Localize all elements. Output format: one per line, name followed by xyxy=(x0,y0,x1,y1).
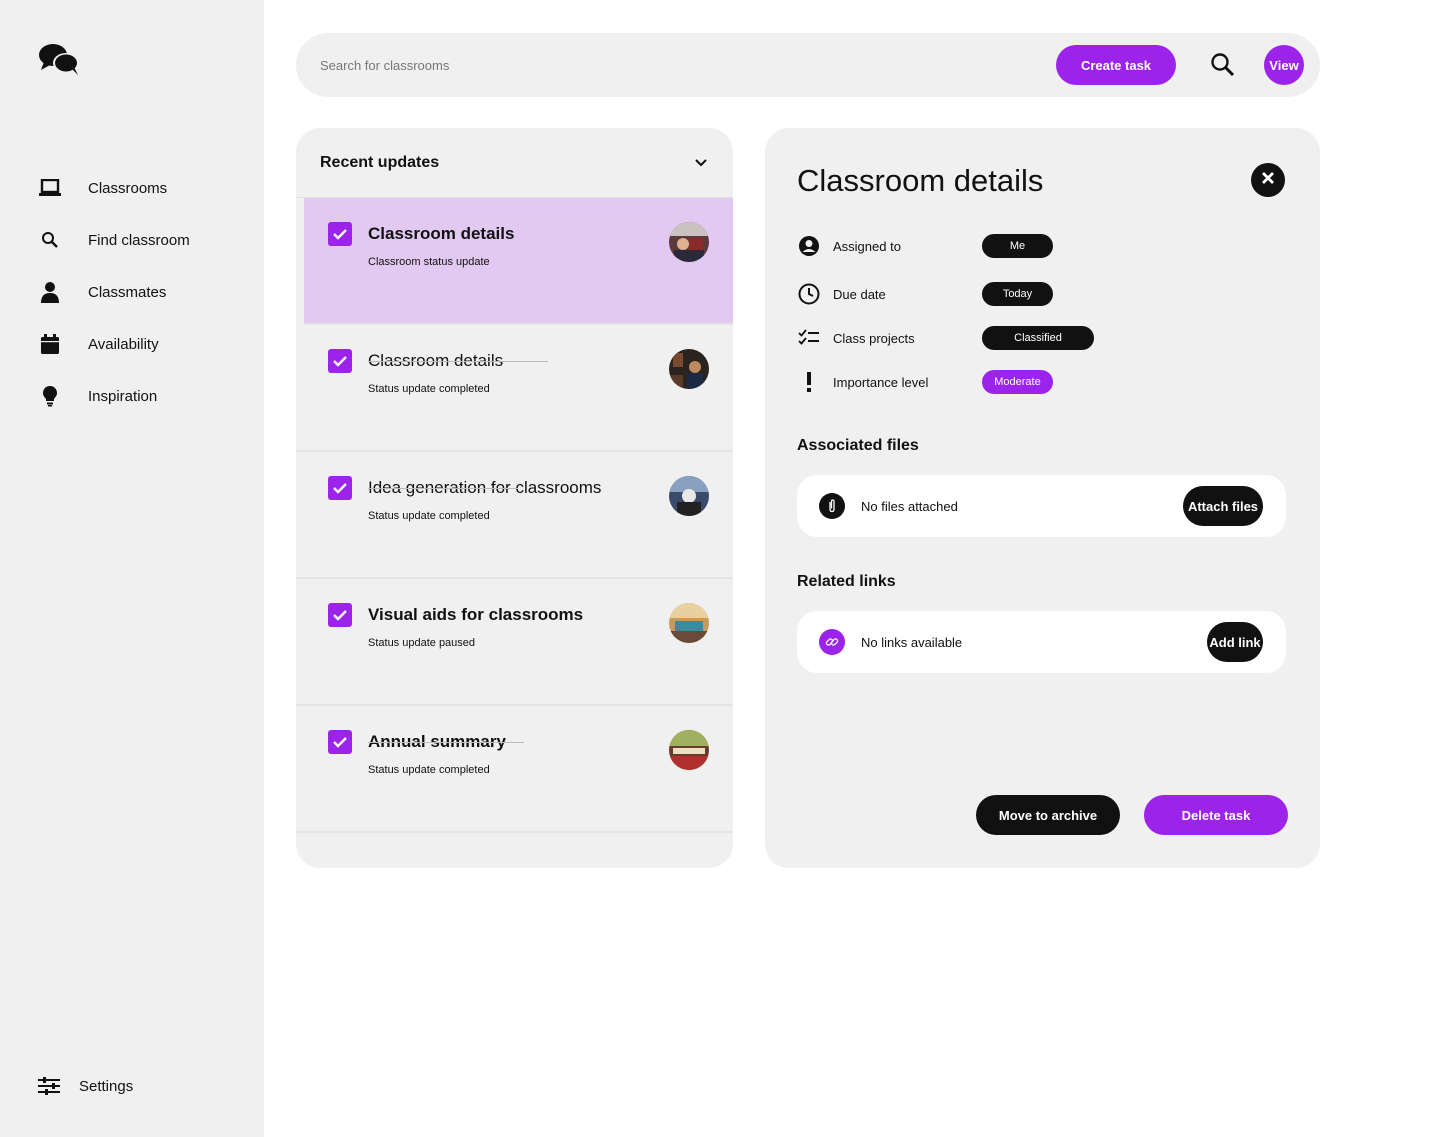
search-icon[interactable] xyxy=(1210,52,1236,78)
list-item[interactable]: Visual aids for classrooms Status update… xyxy=(296,579,733,706)
related-links-title: Related links xyxy=(797,573,896,590)
recent-updates-panel: Recent updates Classroom details Classro… xyxy=(296,128,733,868)
list-item-title: Visual aids for classrooms xyxy=(368,605,584,624)
list-item[interactable]: Annual summary Status update completed xyxy=(296,706,733,833)
search-icon xyxy=(38,228,62,252)
property-label: Importance level xyxy=(833,374,929,390)
related-links-card: No links available Add link xyxy=(797,611,1286,673)
assignee-pill[interactable]: Me xyxy=(982,234,1053,258)
strikethrough-line xyxy=(368,361,548,362)
recent-updates-title: Recent updates xyxy=(320,153,440,171)
sidebar-item-inspiration[interactable]: Inspiration xyxy=(0,370,264,422)
list-item-title: Classroom details xyxy=(368,224,515,243)
property-label: Class projects xyxy=(833,330,915,346)
sidebar-item-label: Find classroom xyxy=(88,231,190,249)
importance-pill[interactable]: Moderate xyxy=(982,370,1053,394)
avatar xyxy=(669,222,709,262)
sidebar-item-classmates[interactable]: Classmates xyxy=(0,266,264,318)
list-item-subtitle: Status update completed xyxy=(368,383,490,395)
strikethrough-line xyxy=(368,488,518,489)
recent-updates-header: Recent updates xyxy=(296,128,733,198)
property-due-date: Due date Today xyxy=(797,282,1053,306)
sliders-icon xyxy=(38,1075,60,1097)
list-item-subtitle: Status update completed xyxy=(368,510,490,522)
checkbox[interactable] xyxy=(328,603,352,627)
checkbox[interactable] xyxy=(328,222,352,246)
classroom-details-panel: Classroom details Assigned to Me Due dat… xyxy=(765,128,1320,868)
sidebar-item-classrooms[interactable]: Classrooms xyxy=(0,162,264,214)
sidebar-item-availability[interactable]: Availability xyxy=(0,318,264,370)
sidebar: Classrooms Find classroom Classmates Ava… xyxy=(0,0,264,1137)
associated-files-card: No files attached Attach files xyxy=(797,475,1286,537)
property-class-projects: Class projects Classified xyxy=(797,326,1094,350)
close-button[interactable] xyxy=(1251,163,1285,197)
sidebar-item-label: Inspiration xyxy=(88,387,158,405)
clock-icon xyxy=(797,282,821,306)
avatar xyxy=(669,349,709,389)
top-bar: Create task View xyxy=(296,33,1320,97)
avatar xyxy=(669,476,709,516)
sidebar-item-label: Classmates xyxy=(88,283,167,301)
list-item[interactable]: Idea generation for classrooms Status up… xyxy=(296,452,733,579)
create-task-button[interactable]: Create task xyxy=(1056,45,1176,85)
laptop-icon xyxy=(38,176,62,200)
avatar xyxy=(669,603,709,643)
checkbox[interactable] xyxy=(328,476,352,500)
attach-files-button[interactable]: Attach files xyxy=(1183,486,1263,526)
sidebar-item-label: Availability xyxy=(88,335,159,353)
account-circle-icon xyxy=(797,234,821,258)
checkbox[interactable] xyxy=(328,730,352,754)
move-to-archive-button[interactable]: Move to archive xyxy=(976,795,1120,835)
add-link-button[interactable]: Add link xyxy=(1207,622,1263,662)
strikethrough-line xyxy=(368,742,524,743)
exclamation-icon xyxy=(797,370,821,394)
search-input[interactable] xyxy=(320,55,920,75)
class-projects-pill[interactable]: Classified xyxy=(982,326,1094,350)
list-item-subtitle: Status update paused xyxy=(368,637,476,649)
property-importance-level: Importance level Moderate xyxy=(797,370,1053,394)
list-item[interactable]: Classroom details Status update complete… xyxy=(296,325,733,452)
sidebar-item-find-classroom[interactable]: Find classroom xyxy=(0,214,264,266)
due-date-pill[interactable]: Today xyxy=(982,282,1053,306)
settings-label: Settings xyxy=(79,1077,134,1095)
avatar xyxy=(669,730,709,770)
close-icon xyxy=(1260,170,1276,191)
property-assigned-to: Assigned to Me xyxy=(797,234,1053,258)
delete-task-button[interactable]: Delete task xyxy=(1144,795,1288,835)
calendar-icon xyxy=(38,332,62,356)
property-label: Assigned to xyxy=(833,238,901,254)
chat-bubbles-icon[interactable] xyxy=(38,42,82,78)
checkbox[interactable] xyxy=(328,349,352,373)
details-title: Classroom details xyxy=(797,163,1044,198)
property-label: Due date xyxy=(833,286,886,302)
sidebar-nav: Classrooms Find classroom Classmates Ava… xyxy=(0,162,264,422)
list-item-subtitle: Classroom status update xyxy=(368,256,490,268)
list-item-subtitle: Status update completed xyxy=(368,764,490,776)
checklist-icon xyxy=(797,326,821,350)
links-status-text: No links available xyxy=(861,634,963,650)
sidebar-item-label: Classrooms xyxy=(88,179,168,197)
associated-files-title: Associated files xyxy=(797,437,919,454)
chevron-down-icon[interactable] xyxy=(693,155,709,171)
paperclip-icon xyxy=(819,493,845,519)
person-icon xyxy=(38,280,62,304)
files-status-text: No files attached xyxy=(861,498,958,514)
view-button[interactable]: View xyxy=(1264,45,1304,85)
list-item[interactable]: Classroom details Classroom status updat… xyxy=(304,198,733,325)
lightbulb-icon xyxy=(38,384,62,408)
link-icon xyxy=(819,629,845,655)
settings-button[interactable]: Settings xyxy=(38,1075,133,1097)
